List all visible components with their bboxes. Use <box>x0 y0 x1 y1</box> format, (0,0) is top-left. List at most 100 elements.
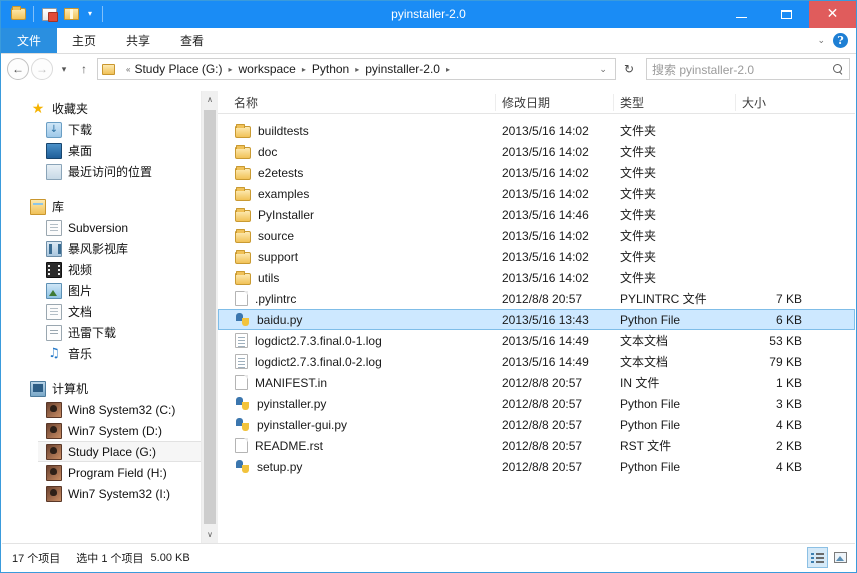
tab-file[interactable]: 文件 <box>1 28 57 53</box>
recent-locations-button[interactable]: ▾ <box>55 58 73 80</box>
breadcrumb-separator-icon[interactable]: ▸ <box>440 65 456 74</box>
breadcrumb-item-python[interactable]: Python <box>312 62 349 76</box>
maximize-button[interactable] <box>764 1 809 28</box>
tab-home[interactable]: 主页 <box>57 28 111 53</box>
search-icon <box>832 63 844 75</box>
scrollbar-thumb[interactable] <box>204 110 216 524</box>
address-field[interactable]: « Study Place (G:) ▸ workspace ▸ Python … <box>97 58 616 80</box>
close-button[interactable]: ✕ <box>809 1 856 28</box>
sidebar-item-downloads[interactable]: 下载 <box>2 119 218 140</box>
sidebar-item-pictures[interactable]: 图片 <box>2 280 218 301</box>
breadcrumb-separator-icon[interactable]: ▸ <box>222 65 238 74</box>
address-dropdown-icon[interactable]: ⌄ <box>593 64 613 75</box>
drive-icon <box>46 464 62 481</box>
column-header-date[interactable]: 修改日期 <box>495 93 613 111</box>
sidebar-item-xunlei-downloads[interactable]: 迅雷下载 <box>2 322 218 343</box>
drive-icon <box>46 422 62 439</box>
sidebar-item-favorites[interactable]: ★ 收藏夹 <box>2 98 218 119</box>
table-row[interactable]: source 2013/5/16 14:02 文件夹 <box>218 225 855 246</box>
file-date-cell: 2012/8/8 20:57 <box>502 396 583 411</box>
table-row[interactable]: utils 2013/5/16 14:02 文件夹 <box>218 267 855 288</box>
table-row[interactable]: pyinstaller.py 2012/8/8 20:57 Python File 3… <box>218 393 855 414</box>
sidebar-item-libraries[interactable]: 库 <box>2 196 218 217</box>
sidebar-item-baofeng-library[interactable]: 暴风影视库 <box>2 238 218 259</box>
sidebar-item-videos[interactable]: 视频 <box>2 259 218 280</box>
table-row[interactable]: README.rst 2012/8/8 20:57 RST 文件 2 KB <box>218 435 855 456</box>
help-icon[interactable]: ? <box>833 33 848 48</box>
sidebar-item-drive-g[interactable]: Study Place (G:) <box>38 441 218 462</box>
sidebar-item-label: 最近访问的位置 <box>68 165 153 179</box>
tab-share[interactable]: 共享 <box>111 28 165 53</box>
breadcrumb-separator-icon[interactable]: ▸ <box>349 65 365 74</box>
sidebar-item-label: Program Field (H:) <box>68 465 167 480</box>
music-icon: ♫ <box>48 345 60 361</box>
sidebar-item-desktop[interactable]: 桌面 <box>2 140 218 161</box>
table-row[interactable]: buildtests 2013/5/16 14:02 文件夹 <box>218 120 855 141</box>
table-row[interactable]: pyinstaller-gui.py 2012/8/8 20:57 Python F… <box>218 414 855 435</box>
table-row[interactable]: baidu.py 2013/5/16 13:43 Python File 6 KB <box>218 309 855 330</box>
back-button[interactable]: ← <box>7 58 29 80</box>
sidebar-item-drive-h[interactable]: Program Field (H:) <box>2 462 218 483</box>
file-name-label: e2etests <box>258 165 304 180</box>
column-header-type[interactable]: 类型 <box>613 93 735 111</box>
chevron-down-icon: ▾ <box>61 63 67 74</box>
quick-access-folder-button[interactable] <box>7 4 29 25</box>
sidebar-item-label: 迅雷下载 <box>68 326 117 340</box>
minimize-button[interactable] <box>719 1 764 28</box>
large-icons-view-button[interactable] <box>830 547 851 568</box>
scroll-up-icon[interactable]: ∧ <box>202 91 218 108</box>
breadcrumb-item-workspace[interactable]: workspace <box>239 62 296 76</box>
search-input[interactable]: 搜索 pyinstaller-2.0 <box>652 61 832 78</box>
chevron-down-icon[interactable]: ⌄ <box>817 35 825 46</box>
quick-access-new-folder-button[interactable] <box>60 4 82 25</box>
file-size-cell: 4 KB <box>775 459 802 474</box>
search-box[interactable]: 搜索 pyinstaller-2.0 <box>646 58 850 80</box>
table-row[interactable]: support 2013/5/16 14:02 文件夹 <box>218 246 855 267</box>
file-type-cell: 文件夹 <box>620 145 657 159</box>
sidebar-item-drive-i[interactable]: Win7 System32 (I:) <box>2 483 218 504</box>
scroll-down-icon[interactable]: ∨ <box>202 526 218 543</box>
table-row[interactable]: setup.py 2012/8/8 20:57 Python File 4 KB <box>218 456 855 477</box>
text-file-icon <box>235 354 248 369</box>
chevron-down-icon[interactable]: ▾ <box>82 4 98 25</box>
forward-button[interactable]: → <box>31 58 53 80</box>
table-row[interactable]: PyInstaller 2013/5/16 14:46 文件夹 <box>218 204 855 225</box>
status-bar: 17 个项目 选中 1 个项目 5.00 KB <box>2 543 855 571</box>
table-row[interactable]: e2etests 2013/5/16 14:02 文件夹 <box>218 162 855 183</box>
sidebar-item-documents[interactable]: 文档 <box>2 301 218 322</box>
sidebar-item-drive-c[interactable]: Win8 System32 (C:) <box>2 399 218 420</box>
file-name-cell: pyinstaller-gui.py <box>219 417 496 432</box>
column-header-size[interactable]: 大小 <box>735 93 815 111</box>
sidebar-item-music[interactable]: ♫ 音乐 <box>2 343 218 364</box>
quick-access-properties-button[interactable] <box>38 4 60 25</box>
breadcrumb-item-pyinstaller[interactable]: pyinstaller-2.0 <box>365 62 440 76</box>
file-date-cell: 2012/8/8 20:57 <box>502 438 583 453</box>
table-row[interactable]: MANIFEST.in 2012/8/8 20:57 IN 文件 1 KB <box>218 372 855 393</box>
file-name-cell: e2etests <box>219 165 496 180</box>
refresh-icon[interactable]: ↻ <box>618 62 640 76</box>
breadcrumb-overflow[interactable]: « <box>120 65 134 74</box>
column-header-name[interactable]: 名称 <box>218 94 495 111</box>
table-row[interactable]: .pylintrc 2012/8/8 20:57 PYLINTRC 文件 7 KB <box>218 288 855 309</box>
sidebar-item-subversion[interactable]: Subversion <box>2 217 218 238</box>
sidebar-item-label: 文档 <box>68 305 93 319</box>
file-name-label: PyInstaller <box>258 207 315 222</box>
navigation-scrollbar[interactable]: ∧ ∨ <box>201 91 218 543</box>
table-row[interactable]: logdict2.7.3.final.0-1.log 2013/5/16 14:4… <box>218 330 855 351</box>
file-name-label: README.rst <box>255 438 324 453</box>
sidebar-item-drive-d[interactable]: Win7 System (D:) <box>2 420 218 441</box>
breadcrumb-item-drive[interactable]: Study Place (G:) <box>134 62 222 76</box>
details-view-button[interactable] <box>807 547 828 568</box>
sidebar-item-recent-places[interactable]: 最近访问的位置 <box>2 161 218 182</box>
sidebar-item-computer[interactable]: 计算机 <box>2 378 218 399</box>
file-name-cell: MANIFEST.in <box>219 375 496 390</box>
table-row[interactable]: logdict2.7.3.final.0-2.log 2013/5/16 14:4… <box>218 351 855 372</box>
python-file-icon <box>235 417 250 432</box>
breadcrumb-separator-icon[interactable]: ▸ <box>296 65 312 74</box>
file-type-cell: 文本文档 <box>620 334 669 348</box>
status-selected-count: 选中 1 个项目 <box>76 552 144 565</box>
tab-view[interactable]: 查看 <box>165 28 219 53</box>
up-button[interactable]: ↑ <box>75 58 93 80</box>
table-row[interactable]: doc 2013/5/16 14:02 文件夹 <box>218 141 855 162</box>
table-row[interactable]: examples 2013/5/16 14:02 文件夹 <box>218 183 855 204</box>
